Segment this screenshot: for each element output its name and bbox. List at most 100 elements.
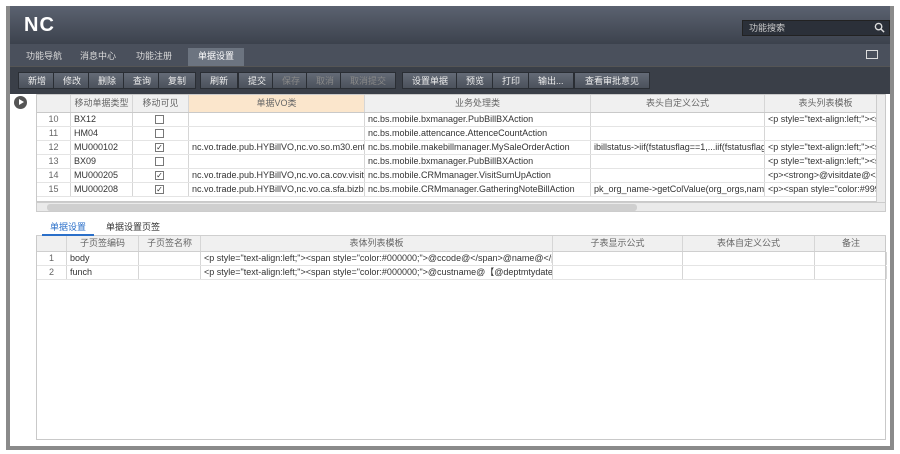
table-cell[interactable] xyxy=(815,252,887,265)
grid-horizontal-scrollbar[interactable] xyxy=(36,202,886,212)
col-bill-vo-class[interactable]: 单据VO类 xyxy=(189,95,365,112)
table-cell[interactable] xyxy=(189,113,365,126)
table-cell[interactable] xyxy=(189,155,365,168)
table-cell[interactable]: <p style="text-align:left;"><span xyxy=(765,141,885,154)
unchecked-checkbox[interactable] xyxy=(155,115,164,124)
col-body-custom-formula[interactable]: 表体自定义公式 xyxy=(683,236,815,251)
table-cell[interactable]: 14 xyxy=(37,169,71,182)
cancel-submit-button[interactable]: 取消提交 xyxy=(340,72,397,89)
col-subtable-display-formula[interactable]: 子表显示公式 xyxy=(553,236,683,251)
output-button[interactable]: 输出... xyxy=(528,72,574,89)
table-cell[interactable]: 2 xyxy=(37,266,67,279)
table-cell[interactable] xyxy=(553,252,683,265)
subtab-bill-settings[interactable]: 单据设置 xyxy=(42,220,95,236)
query-button[interactable]: 查询 xyxy=(123,72,162,89)
copy-button[interactable]: 复制 xyxy=(158,72,197,89)
checked-checkbox[interactable]: ✓ xyxy=(155,185,164,194)
tab-function-register[interactable]: 功能注册 xyxy=(126,48,182,66)
col-header-template[interactable]: 表头列表模板 xyxy=(765,95,885,112)
checked-checkbox[interactable]: ✓ xyxy=(155,143,164,152)
table-row[interactable]: 10 BX12 nc.bs.mobile.bxmanager.PubBillBXAc… xyxy=(37,113,885,127)
table-cell[interactable]: <p><strong>@visitdate@</stro xyxy=(765,169,885,182)
table-cell[interactable]: BX09 xyxy=(71,155,133,168)
table-cell[interactable]: 11 xyxy=(37,127,71,140)
col-subpage-name[interactable]: 子页签名称 xyxy=(139,236,201,251)
table-cell[interactable]: <p style="text-align:left;"><span style=… xyxy=(201,266,553,279)
tab-function-nav[interactable]: 功能导航 xyxy=(16,48,72,66)
table-cell[interactable]: 10 xyxy=(37,113,71,126)
cancel-button[interactable]: 取消 xyxy=(306,72,345,89)
mobile-visible-cell[interactable]: ✓ xyxy=(133,183,189,196)
table-row[interactable]: 2 funch <p style="text-align:left;"><span … xyxy=(37,266,887,280)
subtab-bill-settings-pages[interactable]: 单据设置页签 xyxy=(98,220,168,236)
table-cell[interactable] xyxy=(591,169,765,182)
table-cell[interactable]: MU000208 xyxy=(71,183,133,196)
tab-message-center[interactable]: 消息中心 xyxy=(70,48,126,66)
table-cell[interactable]: MU000205 xyxy=(71,169,133,182)
table-cell[interactable]: 15 xyxy=(37,183,71,196)
table-row[interactable]: 11 HM04 nc.bs.mobile.attencance.AttenceCou… xyxy=(37,127,885,141)
table-cell[interactable]: 1 xyxy=(37,252,67,265)
table-row[interactable]: 14 MU000205 ✓ nc.vo.trade.pub.HYBillVO,nc.v… xyxy=(37,169,885,183)
submit-button[interactable]: 提交 xyxy=(238,72,277,89)
checked-checkbox[interactable]: ✓ xyxy=(155,171,164,180)
mobile-visible-cell[interactable] xyxy=(133,155,189,168)
table-row[interactable]: 1 body <p style="text-align:left;"><span s… xyxy=(37,252,887,266)
scrollbar-thumb[interactable] xyxy=(47,204,637,211)
mobile-visible-cell[interactable] xyxy=(133,127,189,140)
table-row[interactable]: 15 MU000208 ✓ nc.vo.trade.pub.HYBillVO,nc.v… xyxy=(37,183,885,197)
table-cell[interactable]: MU000102 xyxy=(71,141,133,154)
col-mobile-visible[interactable]: 移动可见 xyxy=(133,95,189,112)
table-cell[interactable] xyxy=(553,266,683,279)
table-cell[interactable]: funch xyxy=(67,266,139,279)
table-cell[interactable]: pk_org_name->getColValue(org_orgs,name,p… xyxy=(591,183,765,196)
view-approval-button[interactable]: 查看审批意见 xyxy=(574,72,651,89)
search-input[interactable]: 功能搜索 xyxy=(742,20,890,36)
table-cell[interactable] xyxy=(139,266,201,279)
table-cell[interactable]: ibillstatus->iif(fstatusflag==1,...iif(f… xyxy=(591,141,765,154)
refresh-button[interactable]: 刷新 xyxy=(200,72,239,89)
table-cell[interactable]: <p style="text-align:left;"><span xyxy=(765,155,885,168)
table-cell[interactable] xyxy=(591,155,765,168)
col-remark[interactable]: 备注 xyxy=(815,236,887,251)
table-cell[interactable]: nc.bs.mobile.makebillmanager.MySaleOrder… xyxy=(365,141,591,154)
delete-button[interactable]: 删除 xyxy=(88,72,127,89)
col-header-formula[interactable]: 表头自定义公式 xyxy=(591,95,765,112)
table-cell[interactable]: <p><span style="color:#99999 xyxy=(765,183,885,196)
col-body-list-template[interactable]: 表体列表模板 xyxy=(201,236,553,251)
table-cell[interactable]: body xyxy=(67,252,139,265)
table-cell[interactable] xyxy=(139,252,201,265)
table-cell[interactable] xyxy=(683,266,815,279)
edit-button[interactable]: 修改 xyxy=(53,72,92,89)
search-icon[interactable] xyxy=(874,22,885,33)
table-row[interactable]: 13 BX09 nc.bs.mobile.bxmanager.PubBillBXAc… xyxy=(37,155,885,169)
table-cell[interactable] xyxy=(189,127,365,140)
table-cell[interactable]: nc.vo.trade.pub.HYBillVO,nc.vo.ca.cov.vi… xyxy=(189,169,365,182)
unchecked-checkbox[interactable] xyxy=(155,157,164,166)
mobile-visible-cell[interactable]: ✓ xyxy=(133,169,189,182)
mobile-visible-cell[interactable]: ✓ xyxy=(133,141,189,154)
table-cell[interactable]: nc.bs.mobile.attencance.AttenceCountActi… xyxy=(365,127,591,140)
table-cell[interactable] xyxy=(591,113,765,126)
preview-button[interactable]: 预览 xyxy=(456,72,495,89)
table-cell[interactable] xyxy=(765,127,885,140)
table-cell[interactable]: nc.bs.mobile.bxmanager.PubBillBXAction xyxy=(365,113,591,126)
print-button[interactable]: 打印 xyxy=(492,72,531,89)
table-cell[interactable]: <p style="text-align:left;"><span style=… xyxy=(201,252,553,265)
tab-bill-settings[interactable]: 单据设置 xyxy=(188,48,245,66)
grid-vertical-scrollbar[interactable] xyxy=(876,95,885,202)
table-cell[interactable] xyxy=(591,127,765,140)
table-cell[interactable]: 12 xyxy=(37,141,71,154)
table-cell[interactable]: HM04 xyxy=(71,127,133,140)
table-cell[interactable]: nc.bs.mobile.CRMmanager.GatheringNoteBil… xyxy=(365,183,591,196)
save-button[interactable]: 保存 xyxy=(272,72,311,89)
table-cell[interactable]: <p style="text-align:left;"><span xyxy=(765,113,885,126)
window-toggle-icon[interactable] xyxy=(866,50,878,59)
col-business-handler[interactable]: 业务处理类 xyxy=(365,95,591,112)
table-cell[interactable]: nc.vo.trade.pub.HYBillVO,nc.vo.so.m30.en… xyxy=(189,141,365,154)
col-mobile-bill-type[interactable]: 移动单据类型 xyxy=(71,95,133,112)
expand-play-icon[interactable] xyxy=(14,96,27,109)
add-button[interactable]: 新增 xyxy=(18,72,57,89)
table-cell[interactable]: nc.bs.mobile.CRMmanager.VisitSumUpAction xyxy=(365,169,591,182)
table-cell[interactable] xyxy=(683,252,815,265)
